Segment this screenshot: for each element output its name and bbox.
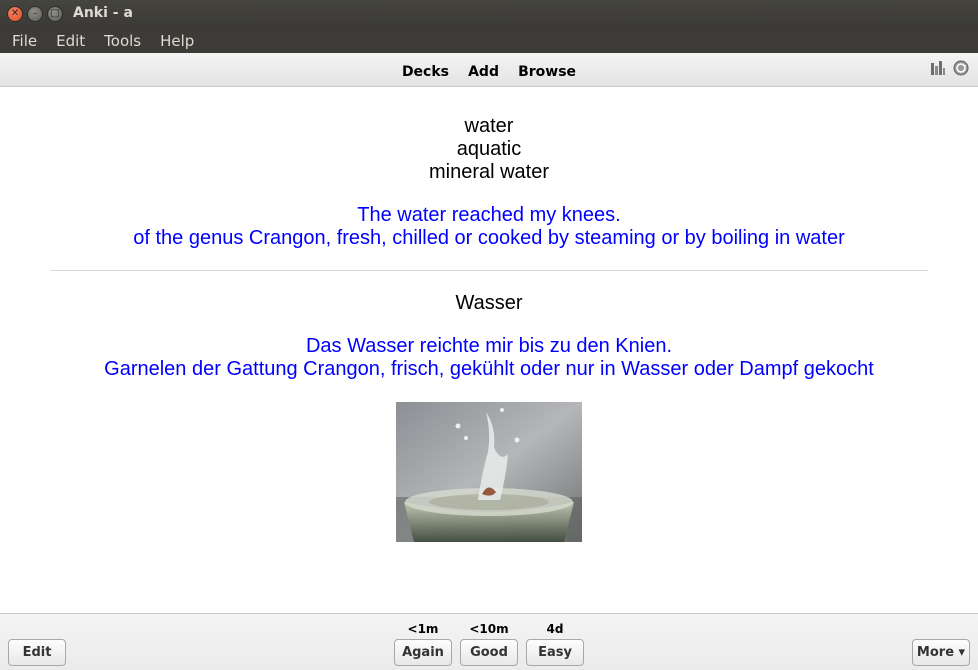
decks-link[interactable]: Decks <box>402 64 449 80</box>
again-button[interactable]: Again <box>394 639 452 666</box>
menu-bar: File Edit Tools Help <box>0 28 978 53</box>
close-window-button[interactable]: ✕ <box>7 6 23 22</box>
good-button[interactable]: Good <box>460 639 518 666</box>
more-button[interactable]: More ▾ <box>912 639 970 666</box>
back-example-1: Das Wasser reichte mir bis zu den Knien. <box>305 335 673 357</box>
menu-tools[interactable]: Tools <box>104 32 141 50</box>
easy-button[interactable]: Easy <box>526 639 584 666</box>
front-example-2: of the genus Crangon, fresh, chilled or … <box>133 227 845 249</box>
front-word-2: aquatic <box>456 138 522 160</box>
good-interval: <10m <box>469 622 509 636</box>
easy-interval: 4d <box>546 622 564 636</box>
title-bar: ✕ – □ Anki - a <box>0 0 978 28</box>
front-word-3: mineral water <box>428 161 550 183</box>
stats-icon[interactable] <box>930 60 946 76</box>
maximize-window-button[interactable]: □ <box>47 6 63 22</box>
back-word: Wasser <box>455 292 523 314</box>
again-interval: <1m <box>407 622 439 636</box>
menu-help[interactable]: Help <box>160 32 194 50</box>
edit-button[interactable]: Edit <box>8 639 66 666</box>
water-glass-photo <box>396 402 582 542</box>
toolbar-links: Decks Add Browse <box>0 61 978 80</box>
main-toolbar: Decks Add Browse <box>0 53 978 87</box>
back-example-2: Garnelen der Gattung Crangon, frisch, ge… <box>104 358 874 380</box>
window-title: Anki - a <box>73 5 133 21</box>
answer-divider <box>50 270 928 271</box>
minimize-window-button[interactable]: – <box>27 6 43 22</box>
sync-icon[interactable] <box>953 60 969 76</box>
card-view: water aquatic mineral water The water re… <box>0 88 978 613</box>
front-word-1: water <box>464 115 514 137</box>
front-example-1: The water reached my knees. <box>357 204 621 226</box>
menu-file[interactable]: File <box>12 32 37 50</box>
add-link[interactable]: Add <box>468 64 499 80</box>
review-bottom-bar: Edit <1m <10m 4d Again Good Easy More ▾ <box>0 613 978 670</box>
menu-edit[interactable]: Edit <box>56 32 85 50</box>
browse-link[interactable]: Browse <box>518 64 576 80</box>
